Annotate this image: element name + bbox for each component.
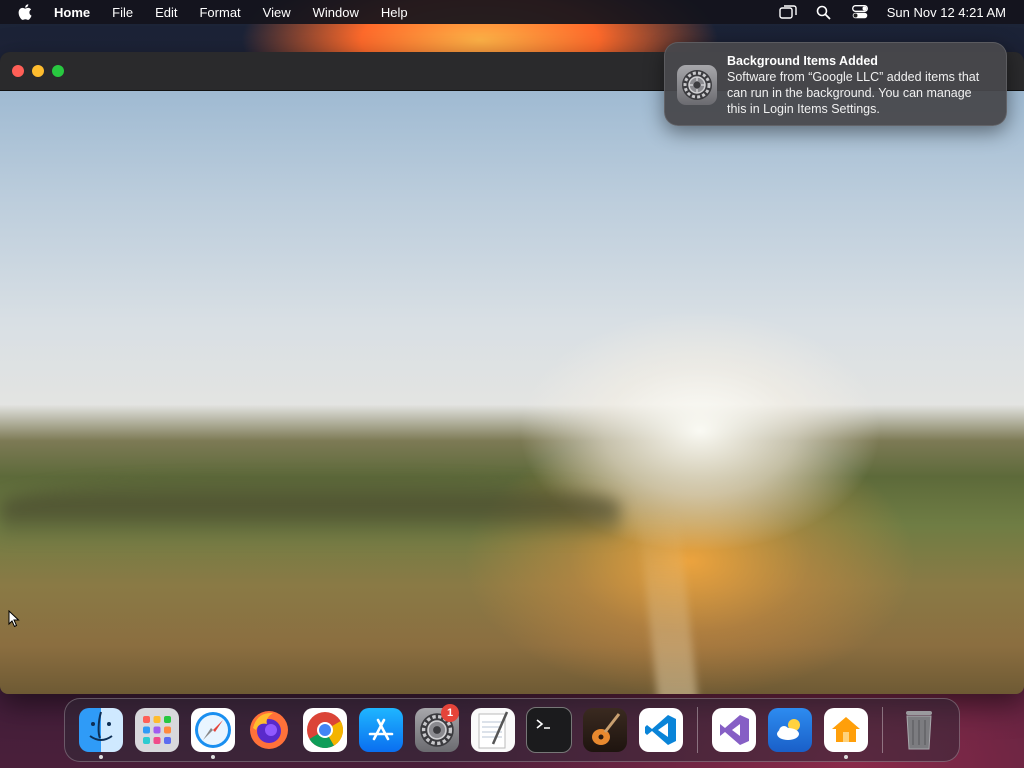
firefox-icon <box>247 708 291 752</box>
dock-item-weather[interactable] <box>762 702 818 758</box>
minimize-window-button[interactable] <box>32 65 44 77</box>
vscode-icon <box>639 708 683 752</box>
dock-separator <box>697 707 698 753</box>
mouse-cursor-icon <box>8 609 20 633</box>
menu-view[interactable]: View <box>263 5 291 20</box>
chrome-icon <box>303 708 347 752</box>
dock-item-system-settings[interactable]: 1 <box>409 702 465 758</box>
garageband-icon <box>583 708 627 752</box>
dock-item-finder[interactable] <box>73 702 129 759</box>
dock-item-app-store[interactable] <box>353 702 409 758</box>
weather-icon <box>768 708 812 752</box>
app-store-icon <box>359 708 403 752</box>
menu-window[interactable]: Window <box>313 5 359 20</box>
menu-file[interactable]: File <box>112 5 133 20</box>
background-items-notification[interactable]: Background Items Added Software from “Go… <box>664 42 1007 126</box>
dock-item-visual-studio[interactable] <box>706 702 762 758</box>
system-settings-icon <box>677 65 717 105</box>
dock-item-home[interactable] <box>818 702 874 759</box>
dock: 1 <box>64 698 960 762</box>
background-treeline <box>0 476 620 536</box>
screen-mirroring-icon[interactable] <box>779 4 797 20</box>
window-content-background <box>0 91 1024 694</box>
textedit-icon <box>471 708 515 752</box>
running-indicator <box>211 755 215 759</box>
control-center-icon[interactable] <box>851 4 869 20</box>
zoom-window-button[interactable] <box>52 65 64 77</box>
apple-menu-icon[interactable] <box>18 4 34 20</box>
trash-icon <box>897 708 941 752</box>
background-road <box>637 511 703 694</box>
notification-body: Software from “Google LLC” added items t… <box>727 70 980 116</box>
terminal-icon <box>526 707 572 753</box>
running-indicator <box>99 755 103 759</box>
dock-item-trash[interactable] <box>891 702 947 758</box>
launchpad-icon <box>135 708 179 752</box>
dock-item-vscode[interactable] <box>633 702 689 758</box>
visual-studio-icon <box>712 708 756 752</box>
close-window-button[interactable] <box>12 65 24 77</box>
home-icon <box>824 708 868 752</box>
home-app-window <box>0 52 1024 694</box>
dock-item-launchpad[interactable] <box>129 702 185 758</box>
dock-separator <box>882 707 883 753</box>
notification-badge: 1 <box>441 704 459 722</box>
dock-item-safari[interactable] <box>185 702 241 759</box>
menu-help[interactable]: Help <box>381 5 408 20</box>
finder-icon <box>79 708 123 752</box>
menu-format[interactable]: Format <box>199 5 240 20</box>
dock-item-chrome[interactable] <box>297 702 353 758</box>
menu-bar: Home File Edit Format View Window Help S… <box>0 0 1024 24</box>
dock-item-terminal[interactable] <box>521 702 577 758</box>
spotlight-search-icon[interactable] <box>815 4 833 20</box>
safari-icon <box>191 708 235 752</box>
menu-edit[interactable]: Edit <box>155 5 177 20</box>
menu-bar-clock[interactable]: Sun Nov 12 4:21 AM <box>887 5 1006 20</box>
notification-title: Background Items Added <box>727 54 878 68</box>
dock-item-garageband[interactable] <box>577 702 633 758</box>
dock-item-firefox[interactable] <box>241 702 297 758</box>
running-indicator <box>844 755 848 759</box>
menu-app-name[interactable]: Home <box>54 5 90 20</box>
dock-item-textedit[interactable] <box>465 702 521 758</box>
